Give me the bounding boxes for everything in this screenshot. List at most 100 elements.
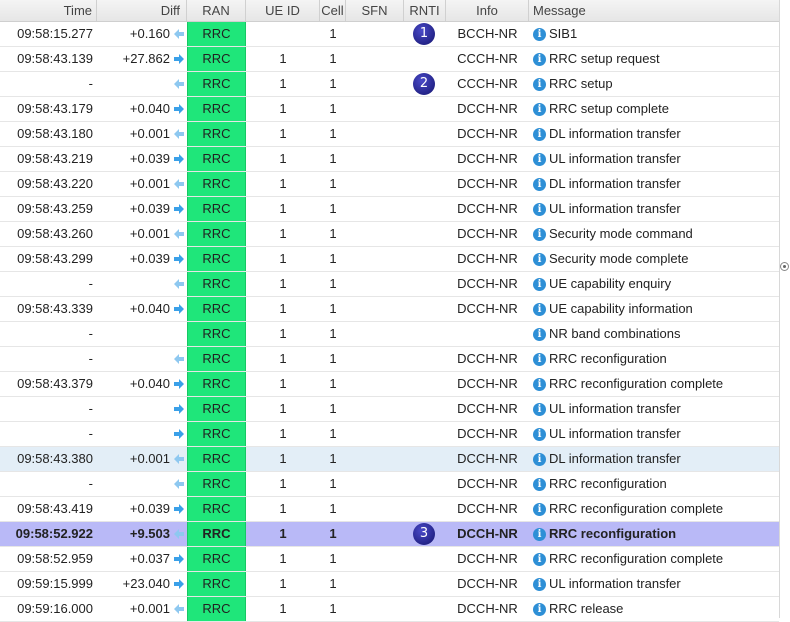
info-icon[interactable]: i <box>533 452 546 466</box>
ran-cell: RRC <box>187 147 246 171</box>
message-cell: i UL information transfer <box>529 197 779 221</box>
diff-value: +0.040 <box>129 376 170 391</box>
table-row[interactable]: 09:58:43.380 +0.001 RRC 1 1 DCCH-NR i DL inform… <box>0 447 779 472</box>
info-icon[interactable]: i <box>533 327 546 341</box>
message-cell: i RRC reconfiguration complete <box>529 372 779 396</box>
diff-value: +0.160 <box>129 26 170 41</box>
ue-id-cell: 1 <box>279 551 287 566</box>
table-row[interactable]: 09:58:15.277 +0.160 RRC 1 1 BCCH-NR i SIB1 <box>0 22 779 47</box>
info-icon[interactable]: i <box>533 427 546 441</box>
info-icon[interactable]: i <box>533 77 546 91</box>
info-icon[interactable]: i <box>533 52 546 66</box>
cell-cell: 1 <box>329 351 337 366</box>
diff-cell: +0.037 <box>97 547 187 571</box>
table-row[interactable]: 09:58:52.922 +9.503 RRC 1 1 3 DCCH-NR i RRC reco… <box>0 522 779 547</box>
info-icon[interactable]: i <box>533 277 546 291</box>
sfn-cell <box>346 547 404 571</box>
table-row[interactable]: - RRC 1 1 DCCH-NR i UE capability enquiry <box>0 272 779 297</box>
rnti-cell <box>404 547 446 571</box>
diff-value: +9.503 <box>129 526 170 541</box>
info-icon[interactable]: i <box>533 527 546 541</box>
message-cell: i UL information transfer <box>529 147 779 171</box>
uplink-arrow-icon <box>174 379 184 389</box>
table-row[interactable]: - RRC 1 1 i NR band combinations <box>0 322 779 347</box>
column-header-ue-id[interactable]: UE ID <box>246 0 320 21</box>
table-row[interactable]: 09:58:43.299 +0.039 RRC 1 1 DCCH-NR i Security … <box>0 247 779 272</box>
info-icon[interactable]: i <box>533 302 546 316</box>
table-row[interactable]: 09:58:43.219 +0.039 RRC 1 1 DCCH-NR i UL inform… <box>0 147 779 172</box>
info-icon[interactable]: i <box>533 377 546 391</box>
message-log-table: Time Diff RAN UE ID Cell SFN RNTI Info M… <box>0 0 789 622</box>
scroll-handle[interactable] <box>780 262 789 271</box>
table-row[interactable]: - RRC 1 1 DCCH-NR i UL information transfer <box>0 397 779 422</box>
info-icon[interactable]: i <box>533 352 546 366</box>
info-icon[interactable]: i <box>533 227 546 241</box>
info-icon[interactable]: i <box>533 577 546 591</box>
info-cell: BCCH-NR <box>457 26 518 41</box>
rnti-cell: 3 <box>404 522 446 546</box>
table-row[interactable]: 09:59:16.000 +0.001 RRC 1 1 DCCH-NR i RRC relea… <box>0 597 779 622</box>
table-row[interactable]: - RRC 1 1 DCCH-NR i RRC reconfiguration <box>0 472 779 497</box>
info-icon[interactable]: i <box>533 177 546 191</box>
ran-cell: RRC <box>187 297 246 321</box>
downlink-arrow-icon <box>174 454 184 464</box>
info-icon[interactable]: i <box>533 102 546 116</box>
table-row[interactable]: - RRC 1 1 DCCH-NR i UL information transfer <box>0 422 779 447</box>
message-text: UL information transfer <box>549 151 681 166</box>
diff-cell: +0.039 <box>97 497 187 521</box>
ran-cell: RRC <box>187 572 246 596</box>
time-cell: 09:58:43.219 <box>17 151 93 166</box>
message-cell: i UL information transfer <box>529 397 779 421</box>
ran-cell: RRC <box>187 322 246 346</box>
column-header-message[interactable]: Message <box>529 0 779 21</box>
rnti-cell <box>404 397 446 421</box>
table-row[interactable]: 09:58:43.339 +0.040 RRC 1 1 DCCH-NR i UE capabi… <box>0 297 779 322</box>
diff-value: +0.001 <box>129 126 170 141</box>
info-cell: DCCH-NR <box>457 226 518 241</box>
info-icon[interactable]: i <box>533 477 546 491</box>
message-cell: i RRC reconfiguration <box>529 472 779 496</box>
table-row[interactable]: 09:58:43.419 +0.039 RRC 1 1 DCCH-NR i RRC recon… <box>0 497 779 522</box>
column-header-rnti[interactable]: RNTI <box>404 0 446 21</box>
diff-cell: +0.039 <box>97 247 187 271</box>
message-cell: i DL information transfer <box>529 172 779 196</box>
table-row[interactable]: 09:58:43.220 +0.001 RRC 1 1 DCCH-NR i DL inform… <box>0 172 779 197</box>
info-icon[interactable]: i <box>533 402 546 416</box>
diff-cell: +27.862 <box>97 47 187 71</box>
ue-id-cell: 1 <box>279 251 287 266</box>
sfn-cell <box>346 522 404 546</box>
info-icon[interactable]: i <box>533 127 546 141</box>
sfn-cell <box>346 222 404 246</box>
table-row[interactable]: - RRC 1 1 DCCH-NR i RRC reconfiguration <box>0 347 779 372</box>
table-row[interactable]: 09:58:43.379 +0.040 RRC 1 1 DCCH-NR i RRC recon… <box>0 372 779 397</box>
info-icon[interactable]: i <box>533 202 546 216</box>
table-row[interactable]: 09:58:43.139 +27.862 RRC 1 1 CCCH-NR i RRC setu… <box>0 47 779 72</box>
ue-id-cell: 1 <box>279 401 287 416</box>
info-icon[interactable]: i <box>533 502 546 516</box>
table-row[interactable]: 09:58:43.260 +0.001 RRC 1 1 DCCH-NR i Security … <box>0 222 779 247</box>
diff-cell: +23.040 <box>97 572 187 596</box>
column-header-time[interactable]: Time <box>0 0 97 21</box>
cell-cell: 1 <box>329 401 337 416</box>
column-header-info[interactable]: Info <box>446 0 529 21</box>
table-row[interactable]: - RRC 1 1 2 CCCH-NR i RRC setup <box>0 72 779 97</box>
info-icon[interactable]: i <box>533 552 546 566</box>
table-row[interactable]: 09:58:43.259 +0.039 RRC 1 1 DCCH-NR i UL inform… <box>0 197 779 222</box>
info-icon[interactable]: i <box>533 27 546 41</box>
info-cell: DCCH-NR <box>457 301 518 316</box>
column-header-sfn[interactable]: SFN <box>346 0 404 21</box>
column-header-diff[interactable]: Diff <box>97 0 187 21</box>
table-row[interactable]: 09:58:52.959 +0.037 RRC 1 1 DCCH-NR i RRC recon… <box>0 547 779 572</box>
message-text: SIB1 <box>549 26 578 41</box>
table-row[interactable]: 09:58:43.180 +0.001 RRC 1 1 DCCH-NR i DL inform… <box>0 122 779 147</box>
info-icon[interactable]: i <box>533 152 546 166</box>
table-row[interactable]: 09:59:15.999 +23.040 RRC 1 1 DCCH-NR i UL infor… <box>0 572 779 597</box>
cell-cell: 1 <box>329 151 337 166</box>
info-icon[interactable]: i <box>533 602 546 616</box>
downlink-arrow-icon <box>174 604 184 614</box>
column-header-cell[interactable]: Cell <box>320 0 346 21</box>
info-icon[interactable]: i <box>533 252 546 266</box>
column-header-ran[interactable]: RAN <box>187 0 246 21</box>
ran-cell: RRC <box>187 172 246 196</box>
table-row[interactable]: 09:58:43.179 +0.040 RRC 1 1 DCCH-NR i RRC setup… <box>0 97 779 122</box>
